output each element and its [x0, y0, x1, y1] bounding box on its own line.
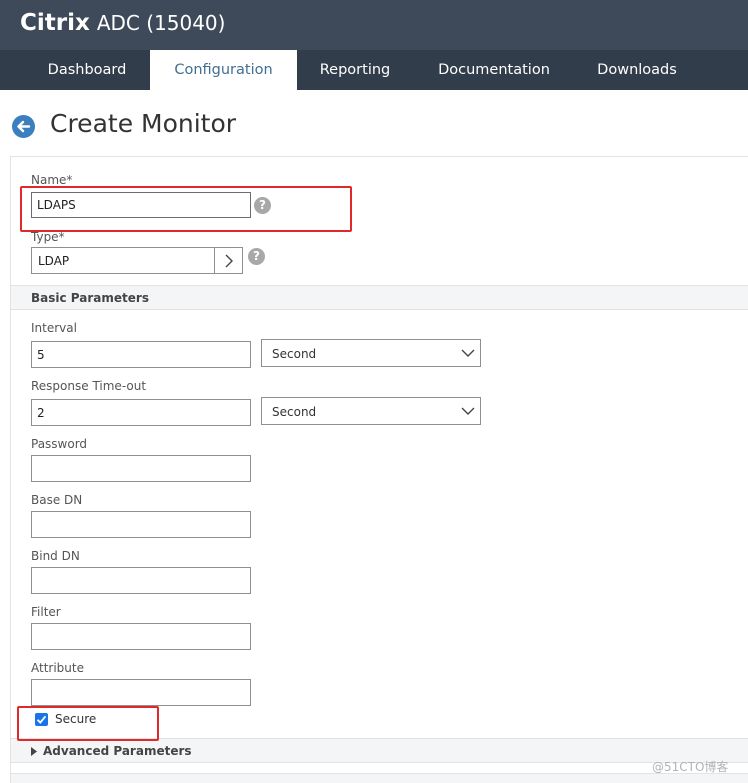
tab-dashboard[interactable]: Dashboard [27, 50, 147, 90]
attribute-input[interactable] [31, 679, 251, 706]
advanced-parameters-title[interactable]: Advanced Parameters [43, 744, 192, 758]
type-help-icon[interactable]: ? [248, 248, 265, 265]
response-timeout-unit-select[interactable]: Second [261, 397, 481, 425]
app-title: Citrix ADC (15040) [20, 10, 225, 36]
name-help-icon[interactable]: ? [254, 197, 271, 214]
type-field[interactable]: LDAP [31, 247, 243, 274]
brand-product: ADC (15040) [96, 11, 226, 35]
top-bar: Citrix ADC (15040) [0, 0, 748, 50]
attribute-label: Attribute [31, 661, 84, 675]
interval-input[interactable] [31, 341, 251, 368]
tab-configuration[interactable]: Configuration [150, 50, 297, 90]
type-label: Type* [31, 230, 65, 244]
main-nav: Dashboard Configuration Reporting Docume… [0, 50, 748, 90]
password-input[interactable] [31, 455, 251, 482]
tab-documentation[interactable]: Documentation [423, 50, 565, 90]
response-timeout-input[interactable] [31, 399, 251, 426]
base-dn-label: Base DN [31, 493, 83, 507]
chevron-right-icon [225, 254, 233, 268]
checkmark-icon [36, 715, 47, 724]
watermark: @51CTO博客 [652, 760, 729, 774]
filter-label: Filter [31, 605, 61, 619]
secure-checkbox[interactable] [35, 713, 48, 726]
page-title: Create Monitor [50, 109, 237, 138]
name-input[interactable] [31, 192, 251, 218]
footer-strip [11, 773, 748, 783]
secure-label[interactable]: Secure [55, 712, 96, 726]
bind-dn-label: Bind DN [31, 549, 80, 563]
response-timeout-unit-value: Second [272, 405, 317, 419]
back-arrow-icon[interactable] [12, 115, 35, 138]
brand-name: Citrix [20, 10, 90, 36]
interval-label: Interval [31, 321, 77, 335]
interval-unit-value: Second [272, 347, 317, 361]
chevron-down-icon [461, 407, 475, 415]
interval-unit-select[interactable]: Second [261, 339, 481, 367]
tab-downloads[interactable]: Downloads [583, 50, 691, 90]
triangle-right-icon[interactable] [31, 747, 37, 756]
password-label: Password [31, 437, 88, 451]
type-value: LDAP [38, 254, 70, 268]
chevron-down-icon [461, 349, 475, 357]
filter-input[interactable] [31, 623, 251, 650]
name-label: Name* [31, 173, 73, 187]
base-dn-input[interactable] [31, 511, 251, 538]
tab-reporting[interactable]: Reporting [304, 50, 406, 90]
response-timeout-label: Response Time-out [31, 379, 147, 393]
type-picker-button[interactable] [214, 248, 242, 273]
basic-parameters-header: Basic Parameters [11, 285, 748, 310]
basic-parameters-title: Basic Parameters [31, 291, 149, 305]
bind-dn-input[interactable] [31, 567, 251, 594]
